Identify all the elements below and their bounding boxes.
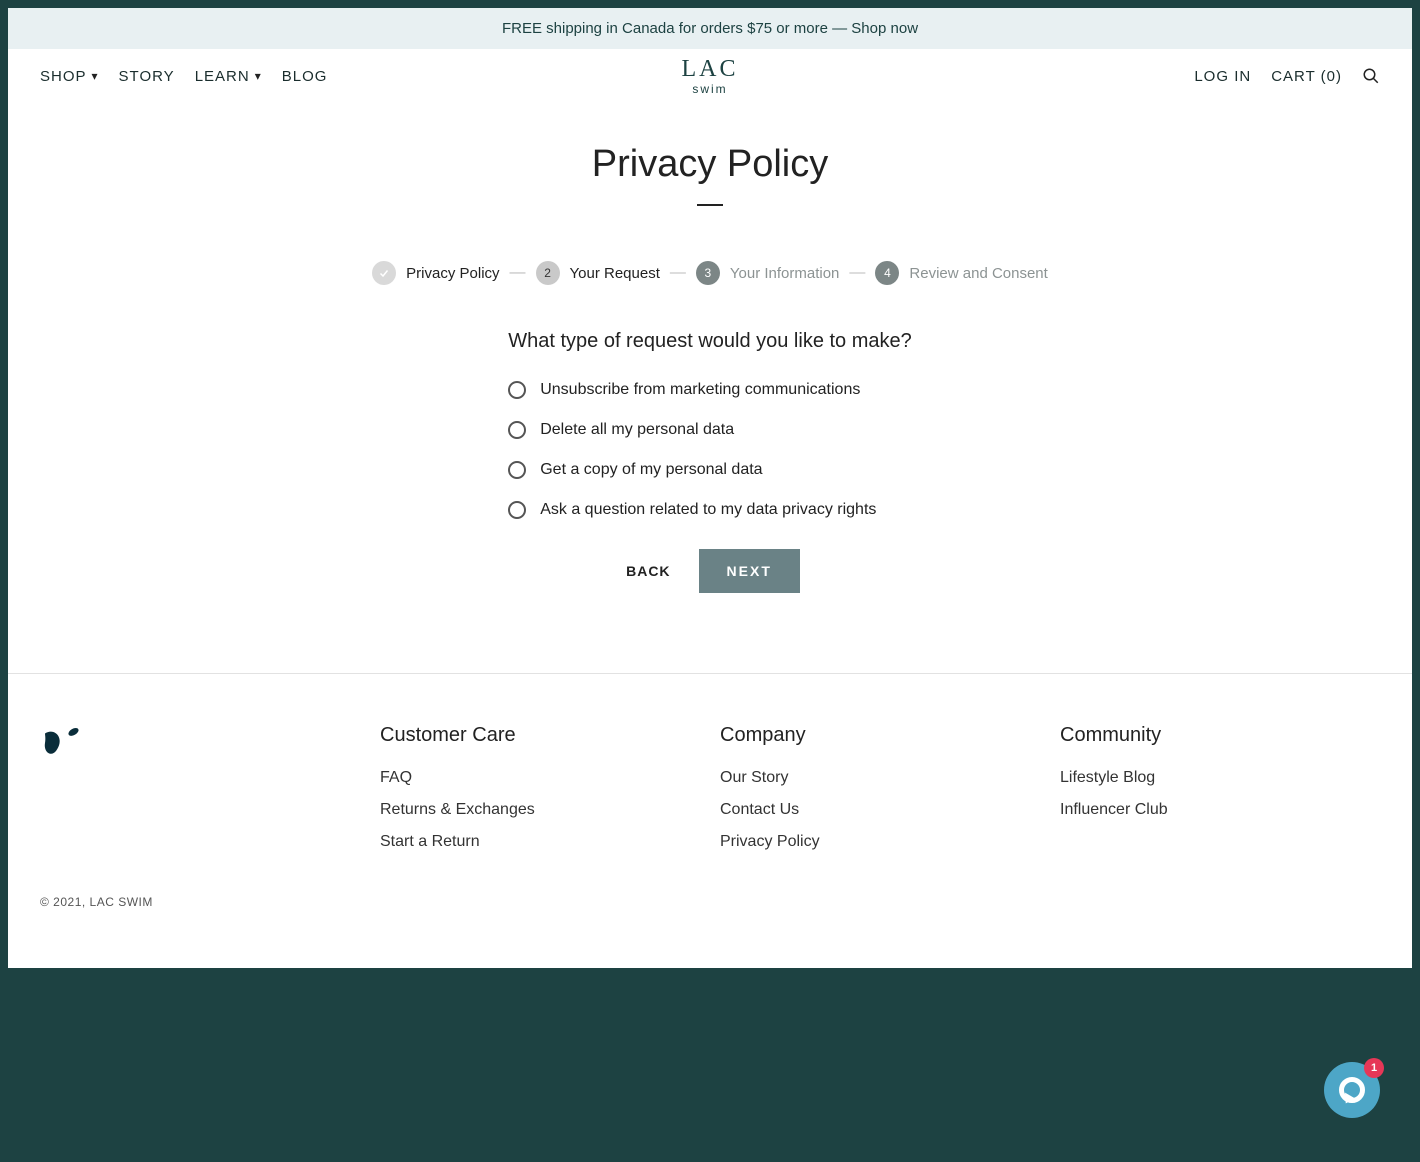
radio-label: Ask a question related to my data privac… (540, 501, 876, 519)
radio-label: Unsubscribe from marketing communication… (540, 381, 860, 399)
footer-logo (40, 724, 360, 865)
step-2: 2 Your Request (536, 261, 660, 285)
step-3-label: Your Information (730, 265, 840, 282)
radio-label: Get a copy of my personal data (540, 461, 762, 479)
logo-sub: swim (682, 83, 739, 95)
login-link[interactable]: LOG IN (1194, 68, 1251, 85)
footer-col-community: Community Lifestyle Blog Influencer Club (1060, 724, 1380, 865)
logo[interactable]: LAC swim (682, 57, 739, 95)
announcement-bar[interactable]: FREE shipping in Canada for orders $75 o… (8, 8, 1412, 49)
step-separator: — (849, 264, 865, 282)
page-title: Privacy Policy (8, 143, 1412, 186)
nav-story-label: STORY (119, 68, 175, 85)
footer-link-privacy[interactable]: Privacy Policy (720, 833, 1040, 851)
radio-option-delete[interactable]: Delete all my personal data (508, 421, 912, 439)
step-1: Privacy Policy (372, 261, 499, 285)
footer-link-faq[interactable]: FAQ (380, 769, 700, 787)
chat-badge: 1 (1364, 1058, 1384, 1078)
footer-link-returns[interactable]: Returns & Exchanges (380, 801, 700, 819)
nav-blog-label: BLOG (282, 68, 328, 85)
nav-learn-label: LEARN (195, 68, 250, 85)
nav-story[interactable]: STORY (119, 68, 175, 85)
chevron-down-icon: ▾ (92, 69, 99, 83)
step-4-label: Review and Consent (909, 265, 1047, 282)
radio-option-question[interactable]: Ask a question related to my data privac… (508, 501, 912, 519)
header: SHOP ▾ STORY LEARN ▾ BLOG LAC swim LOG I… (8, 49, 1412, 103)
step-3-circle: 3 (696, 261, 720, 285)
form-area: What type of request would you like to m… (498, 330, 922, 593)
footer-link-start-return[interactable]: Start a Return (380, 833, 700, 851)
form-buttons: BACK NEXT (508, 549, 912, 593)
radio-icon (508, 381, 526, 399)
nav-right: LOG IN CART (0) (1194, 67, 1380, 85)
page-title-wrap: Privacy Policy (8, 143, 1412, 206)
radio-option-unsubscribe[interactable]: Unsubscribe from marketing communication… (508, 381, 912, 399)
radio-icon (508, 501, 526, 519)
step-3: 3 Your Information (696, 261, 840, 285)
radio-icon (508, 461, 526, 479)
step-1-label: Privacy Policy (406, 265, 499, 282)
nav-blog[interactable]: BLOG (282, 68, 328, 85)
back-button[interactable]: BACK (620, 549, 676, 593)
nav-learn[interactable]: LEARN ▾ (195, 68, 262, 85)
next-button[interactable]: NEXT (699, 549, 800, 593)
chevron-down-icon: ▾ (255, 69, 262, 83)
nav-shop[interactable]: SHOP ▾ (40, 68, 99, 85)
form-question: What type of request would you like to m… (508, 330, 912, 353)
radio-option-copy[interactable]: Get a copy of my personal data (508, 461, 912, 479)
step-1-circle (372, 261, 396, 285)
step-separator: — (670, 264, 686, 282)
step-4: 4 Review and Consent (875, 261, 1047, 285)
footer-col-company: Company Our Story Contact Us Privacy Pol… (720, 724, 1040, 865)
chat-bubble-icon (1339, 1077, 1365, 1103)
nav-shop-label: SHOP (40, 68, 87, 85)
nav-left: SHOP ▾ STORY LEARN ▾ BLOG (40, 68, 327, 85)
logo-main: LAC (682, 57, 739, 81)
cart-label: CART (0) (1271, 68, 1342, 85)
radio-icon (508, 421, 526, 439)
cart-link[interactable]: CART (0) (1271, 68, 1342, 85)
step-2-label: Your Request (570, 265, 660, 282)
stepper: Privacy Policy — 2 Your Request — 3 Your… (8, 261, 1412, 285)
title-underline (697, 204, 723, 206)
footer-heading: Community (1060, 724, 1380, 747)
login-label: LOG IN (1194, 68, 1251, 85)
footer-link-our-story[interactable]: Our Story (720, 769, 1040, 787)
chat-widget[interactable]: 1 (1324, 1062, 1380, 1118)
footer-heading: Company (720, 724, 1040, 747)
footer-heading: Customer Care (380, 724, 700, 747)
search-icon[interactable] (1362, 67, 1380, 85)
step-2-circle: 2 (536, 261, 560, 285)
step-4-circle: 4 (875, 261, 899, 285)
step-separator: — (510, 264, 526, 282)
footer-link-contact[interactable]: Contact Us (720, 801, 1040, 819)
footer-col-customer-care: Customer Care FAQ Returns & Exchanges St… (380, 724, 700, 865)
copyright: © 2021, LAC SWIM (8, 885, 1412, 937)
footer-link-influencer[interactable]: Influencer Club (1060, 801, 1380, 819)
footer: Customer Care FAQ Returns & Exchanges St… (8, 673, 1412, 885)
radio-label: Delete all my personal data (540, 421, 734, 439)
footer-link-blog[interactable]: Lifestyle Blog (1060, 769, 1380, 787)
